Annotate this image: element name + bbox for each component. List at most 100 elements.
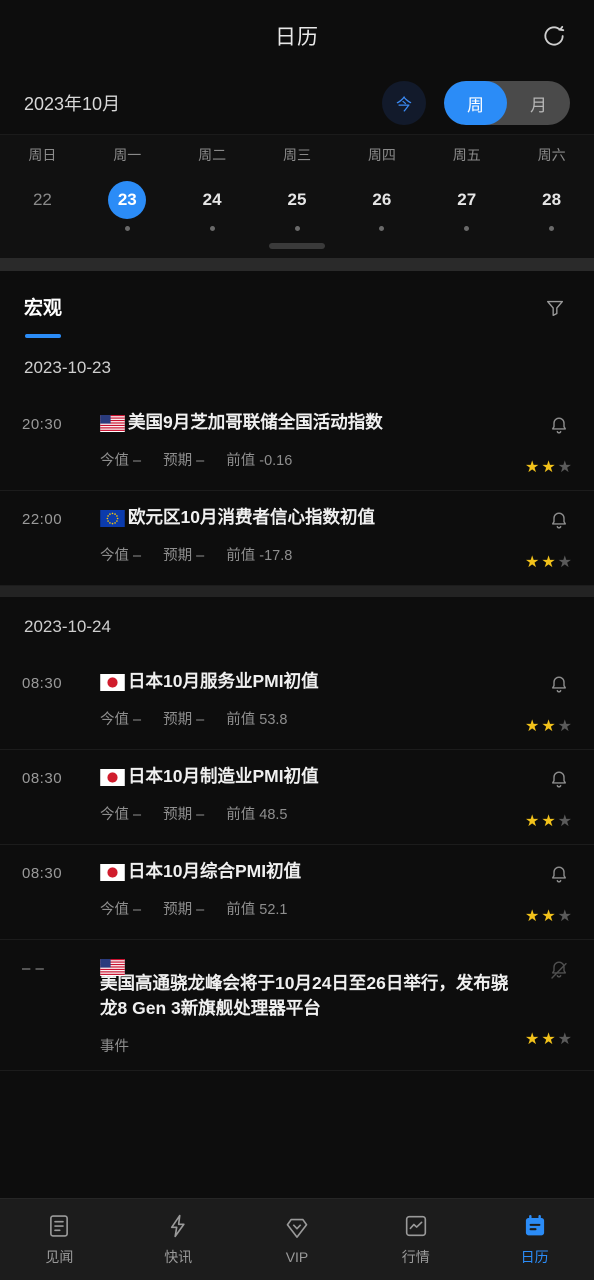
bell-icon[interactable]: [546, 768, 572, 794]
importance-star: ★: [524, 1031, 540, 1048]
event-actions: ★ ★ ★: [510, 859, 572, 925]
importance-star: ★: [557, 554, 572, 571]
importance-star: ★: [541, 718, 556, 735]
day-event-dot: [209, 226, 215, 231]
event-row[interactable]: 08:30 日本10月制造业PMI初值 今值 – 预期 – 前值 48.5 ★ ★ ★: [0, 750, 594, 845]
weekday-label: 周日: [28, 147, 57, 163]
flag-icon-us: [100, 958, 125, 976]
news-icon: [46, 1213, 72, 1239]
week-day-cell-26[interactable]: 周四 26: [339, 145, 424, 231]
event-body: 美国9月芝加哥联储全国活动指数今值 – 预期 – 前值 -0.16: [84, 410, 510, 470]
view-toggle-month[interactable]: 月: [507, 81, 570, 125]
event-actions: ★ ★ ★: [510, 954, 572, 1048]
day-number[interactable]: 25: [278, 181, 316, 219]
week-day-cell-25[interactable]: 周三 25: [255, 145, 340, 231]
event-previous-value: 48.5: [259, 806, 288, 823]
event-previous: 前值 -17.8: [226, 544, 292, 565]
event-forecast-label: 预期: [163, 547, 193, 564]
event-actual-value: –: [133, 547, 142, 564]
bottom-nav: 见闻 快讯 VIP 行情 日历: [0, 1198, 594, 1280]
importance-star: ★: [541, 459, 556, 476]
event-row[interactable]: – – 美国高通骁龙峰会将于10月24日至26日举行，发布骁龙8 Gen 3新旗舰…: [0, 940, 594, 1071]
nav-item-日历[interactable]: 日历: [475, 1199, 594, 1280]
event-title: 美国9月芝加哥联储全国活动指数: [100, 410, 510, 435]
nav-item-label: 见闻: [45, 1248, 74, 1265]
event-meta: 今值 – 预期 – 前值 -0.16: [100, 449, 510, 470]
tab-macro[interactable]: 宏观: [24, 293, 62, 338]
bell-icon[interactable]: [546, 673, 572, 699]
event-actual: 今值 –: [100, 708, 141, 729]
event-forecast: 预期 –: [163, 708, 204, 729]
calendar-icon: [522, 1213, 548, 1239]
event-previous-value: 52.1: [259, 901, 288, 918]
nav-item-label: VIP: [285, 1248, 309, 1265]
event-title: 日本10月制造业PMI初值: [100, 764, 510, 789]
event-row[interactable]: 08:30 日本10月服务业PMI初值 今值 – 预期 – 前值 53.8 ★ ★ ★: [0, 655, 594, 750]
event-row[interactable]: 22:00 欧元区10月消费者信心指数初值 今值 – 预期 – 前值 -17.8 ★ ★ ★: [0, 491, 594, 586]
nav-item-VIP[interactable]: VIP: [238, 1199, 357, 1280]
week-day-cell-27[interactable]: 周五 27: [424, 145, 509, 231]
bell-icon[interactable]: [546, 414, 572, 440]
importance-star: ★: [541, 1031, 556, 1048]
event-forecast: 预期 –: [163, 803, 204, 824]
filter-icon[interactable]: [540, 293, 570, 323]
nav-item-行情[interactable]: 行情: [356, 1199, 475, 1280]
day-event-dot: [549, 226, 555, 231]
tab-macro-label: 宏观: [24, 298, 63, 319]
nav-item-label: 行情: [401, 1248, 430, 1265]
event-forecast-value: –: [196, 547, 205, 564]
event-previous-value: -17.8: [259, 547, 293, 564]
event-time: 22:00: [22, 511, 63, 528]
event-body: 日本10月服务业PMI初值 今值 – 预期 – 前值 53.8: [84, 669, 510, 729]
event-title-text: 欧元区10月消费者信心指数初值: [128, 507, 375, 527]
flag-icon-jp: [100, 673, 125, 691]
event-forecast-value: –: [196, 806, 205, 823]
flag-icon-jp: [100, 863, 125, 881]
refresh-icon[interactable]: [536, 18, 572, 54]
event-actual-value: –: [133, 806, 142, 823]
day-number[interactable]: 22: [23, 181, 61, 219]
today-button[interactable]: 今: [382, 81, 426, 125]
day-number[interactable]: 28: [533, 181, 571, 219]
view-toggle: 周 月: [444, 81, 570, 125]
section-divider: [0, 258, 594, 271]
event-actual-value: –: [133, 901, 142, 918]
flag-icon-us: [100, 414, 125, 432]
week-day-cell-24[interactable]: 周二 24: [170, 145, 255, 231]
event-meta: 今值 – 预期 – 前值 53.8: [100, 708, 510, 729]
importance-star: ★: [557, 908, 572, 925]
nav-item-见闻[interactable]: 见闻: [0, 1199, 119, 1280]
nav-item-快讯[interactable]: 快讯: [119, 1199, 238, 1280]
event-forecast: 预期 –: [163, 449, 204, 470]
day-number[interactable]: 24: [193, 181, 231, 219]
importance-star: ★: [524, 908, 540, 925]
event-body: 日本10月综合PMI初值 今值 – 预期 – 前值 52.1: [84, 859, 510, 919]
day-event-dot: [464, 226, 470, 231]
week-day-cell-28[interactable]: 周六 28: [509, 145, 594, 231]
day-number[interactable]: 23: [108, 181, 147, 219]
flag-icon-jp: [100, 768, 125, 786]
bell-icon[interactable]: [546, 863, 572, 889]
importance-star: ★: [541, 813, 556, 830]
event-actual-label: 今值: [100, 901, 129, 918]
bell-icon[interactable]: [546, 509, 572, 535]
event-row[interactable]: 20:30 美国9月芝加哥联储全国活动指数 今值 – 预期 – 前值 -0.16 ★ ★ ★: [0, 396, 594, 491]
week-day-cell-22[interactable]: 周日 22: [0, 145, 85, 231]
event-actual-value: –: [133, 711, 142, 728]
event-forecast-label: 预期: [163, 901, 193, 918]
day-number[interactable]: 27: [448, 181, 486, 219]
drag-handle[interactable]: [269, 243, 325, 249]
day-number[interactable]: 26: [363, 181, 401, 219]
view-toggle-week[interactable]: 周: [444, 81, 507, 125]
event-row[interactable]: 08:30 日本10月综合PMI初值 今值 – 预期 – 前值 52.1 ★ ★ ★: [0, 845, 594, 940]
nav-item-label: 日历: [520, 1248, 549, 1265]
week-strip: 周日 22 周一 23 周二 24 周三 25 周四 26 周五 27 周六 28: [0, 134, 594, 258]
event-list[interactable]: 2023-10-23 20:30 美国9月芝加哥联储全国活动指数 今值 – 预期 – 前值…: [0, 338, 594, 1198]
bell-muted-icon[interactable]: [546, 958, 572, 984]
event-actual: 今值 –: [100, 898, 141, 919]
top-bar: 日历: [0, 0, 594, 72]
week-day-cell-23[interactable]: 周一 23: [85, 145, 170, 231]
importance-stars: ★ ★ ★: [525, 555, 572, 571]
event-actions: ★ ★ ★: [510, 764, 572, 830]
event-previous-value: -0.16: [259, 452, 293, 469]
